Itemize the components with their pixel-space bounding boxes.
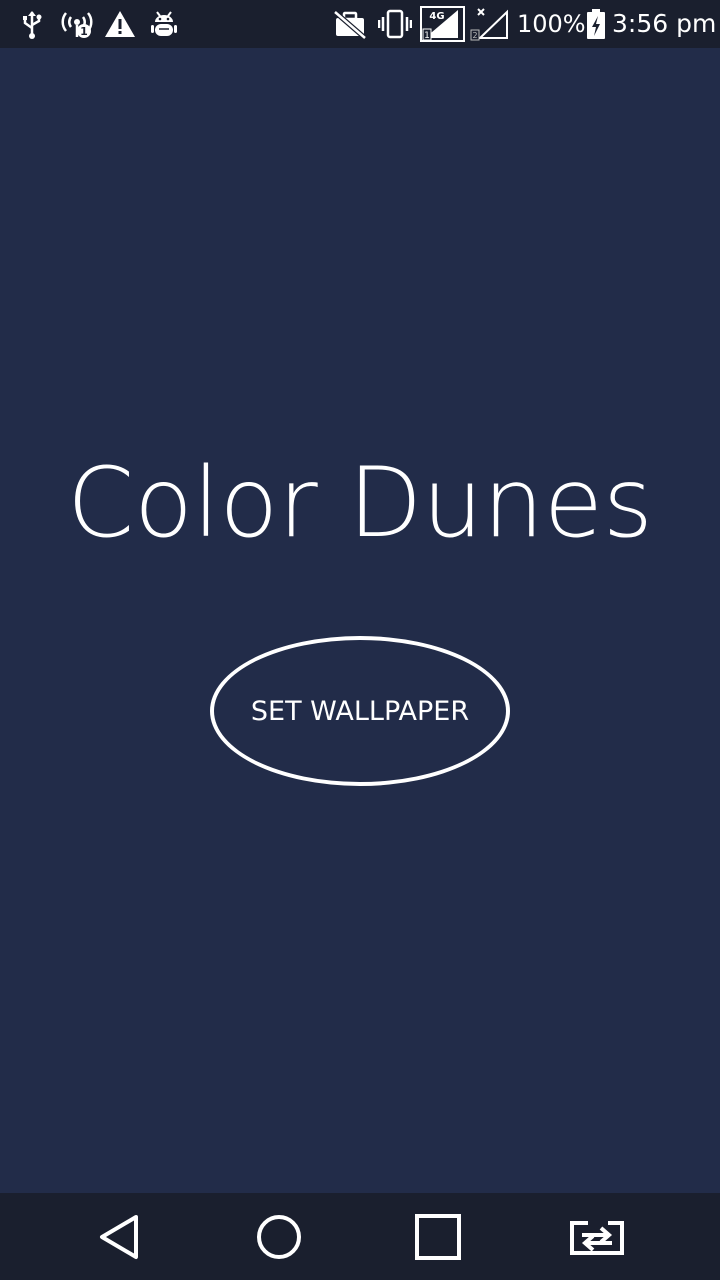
usb-icon xyxy=(23,11,42,39)
android-debug-icon xyxy=(151,11,177,36)
warning-icon xyxy=(105,11,135,37)
home-icon xyxy=(257,1214,301,1259)
switch-icon xyxy=(570,1220,624,1255)
no-sim-briefcase-icon xyxy=(333,10,367,40)
navigation-bar xyxy=(0,1193,720,1280)
status-bar: 1 4G 1 2 100% 3:56 pm xyxy=(0,0,720,48)
recents-button[interactable] xyxy=(378,1193,498,1280)
signal-4g-sim1-icon: 4G 1 xyxy=(420,6,465,42)
hotspot-icon: 1 xyxy=(61,12,93,38)
main-content: Color Dunes SET WALLPAPER xyxy=(0,48,720,1193)
back-button[interactable] xyxy=(60,1193,180,1280)
back-icon xyxy=(100,1214,138,1259)
vibrate-icon xyxy=(378,9,412,39)
svg-text:1: 1 xyxy=(80,25,88,38)
svg-text:2: 2 xyxy=(472,31,477,40)
recents-icon xyxy=(415,1213,461,1260)
switch-button[interactable] xyxy=(537,1193,657,1280)
battery-percent: 100% xyxy=(517,10,586,38)
svg-text:1: 1 xyxy=(424,31,430,41)
home-button[interactable] xyxy=(219,1193,339,1280)
battery-charging-icon xyxy=(587,9,605,39)
network-type-label: 4G xyxy=(429,11,444,22)
signal-sim2-icon: 2 xyxy=(470,8,508,41)
set-wallpaper-button[interactable]: SET WALLPAPER xyxy=(210,636,510,786)
app-title: Color Dunes xyxy=(67,447,653,559)
clock: 3:56 pm xyxy=(612,9,717,38)
